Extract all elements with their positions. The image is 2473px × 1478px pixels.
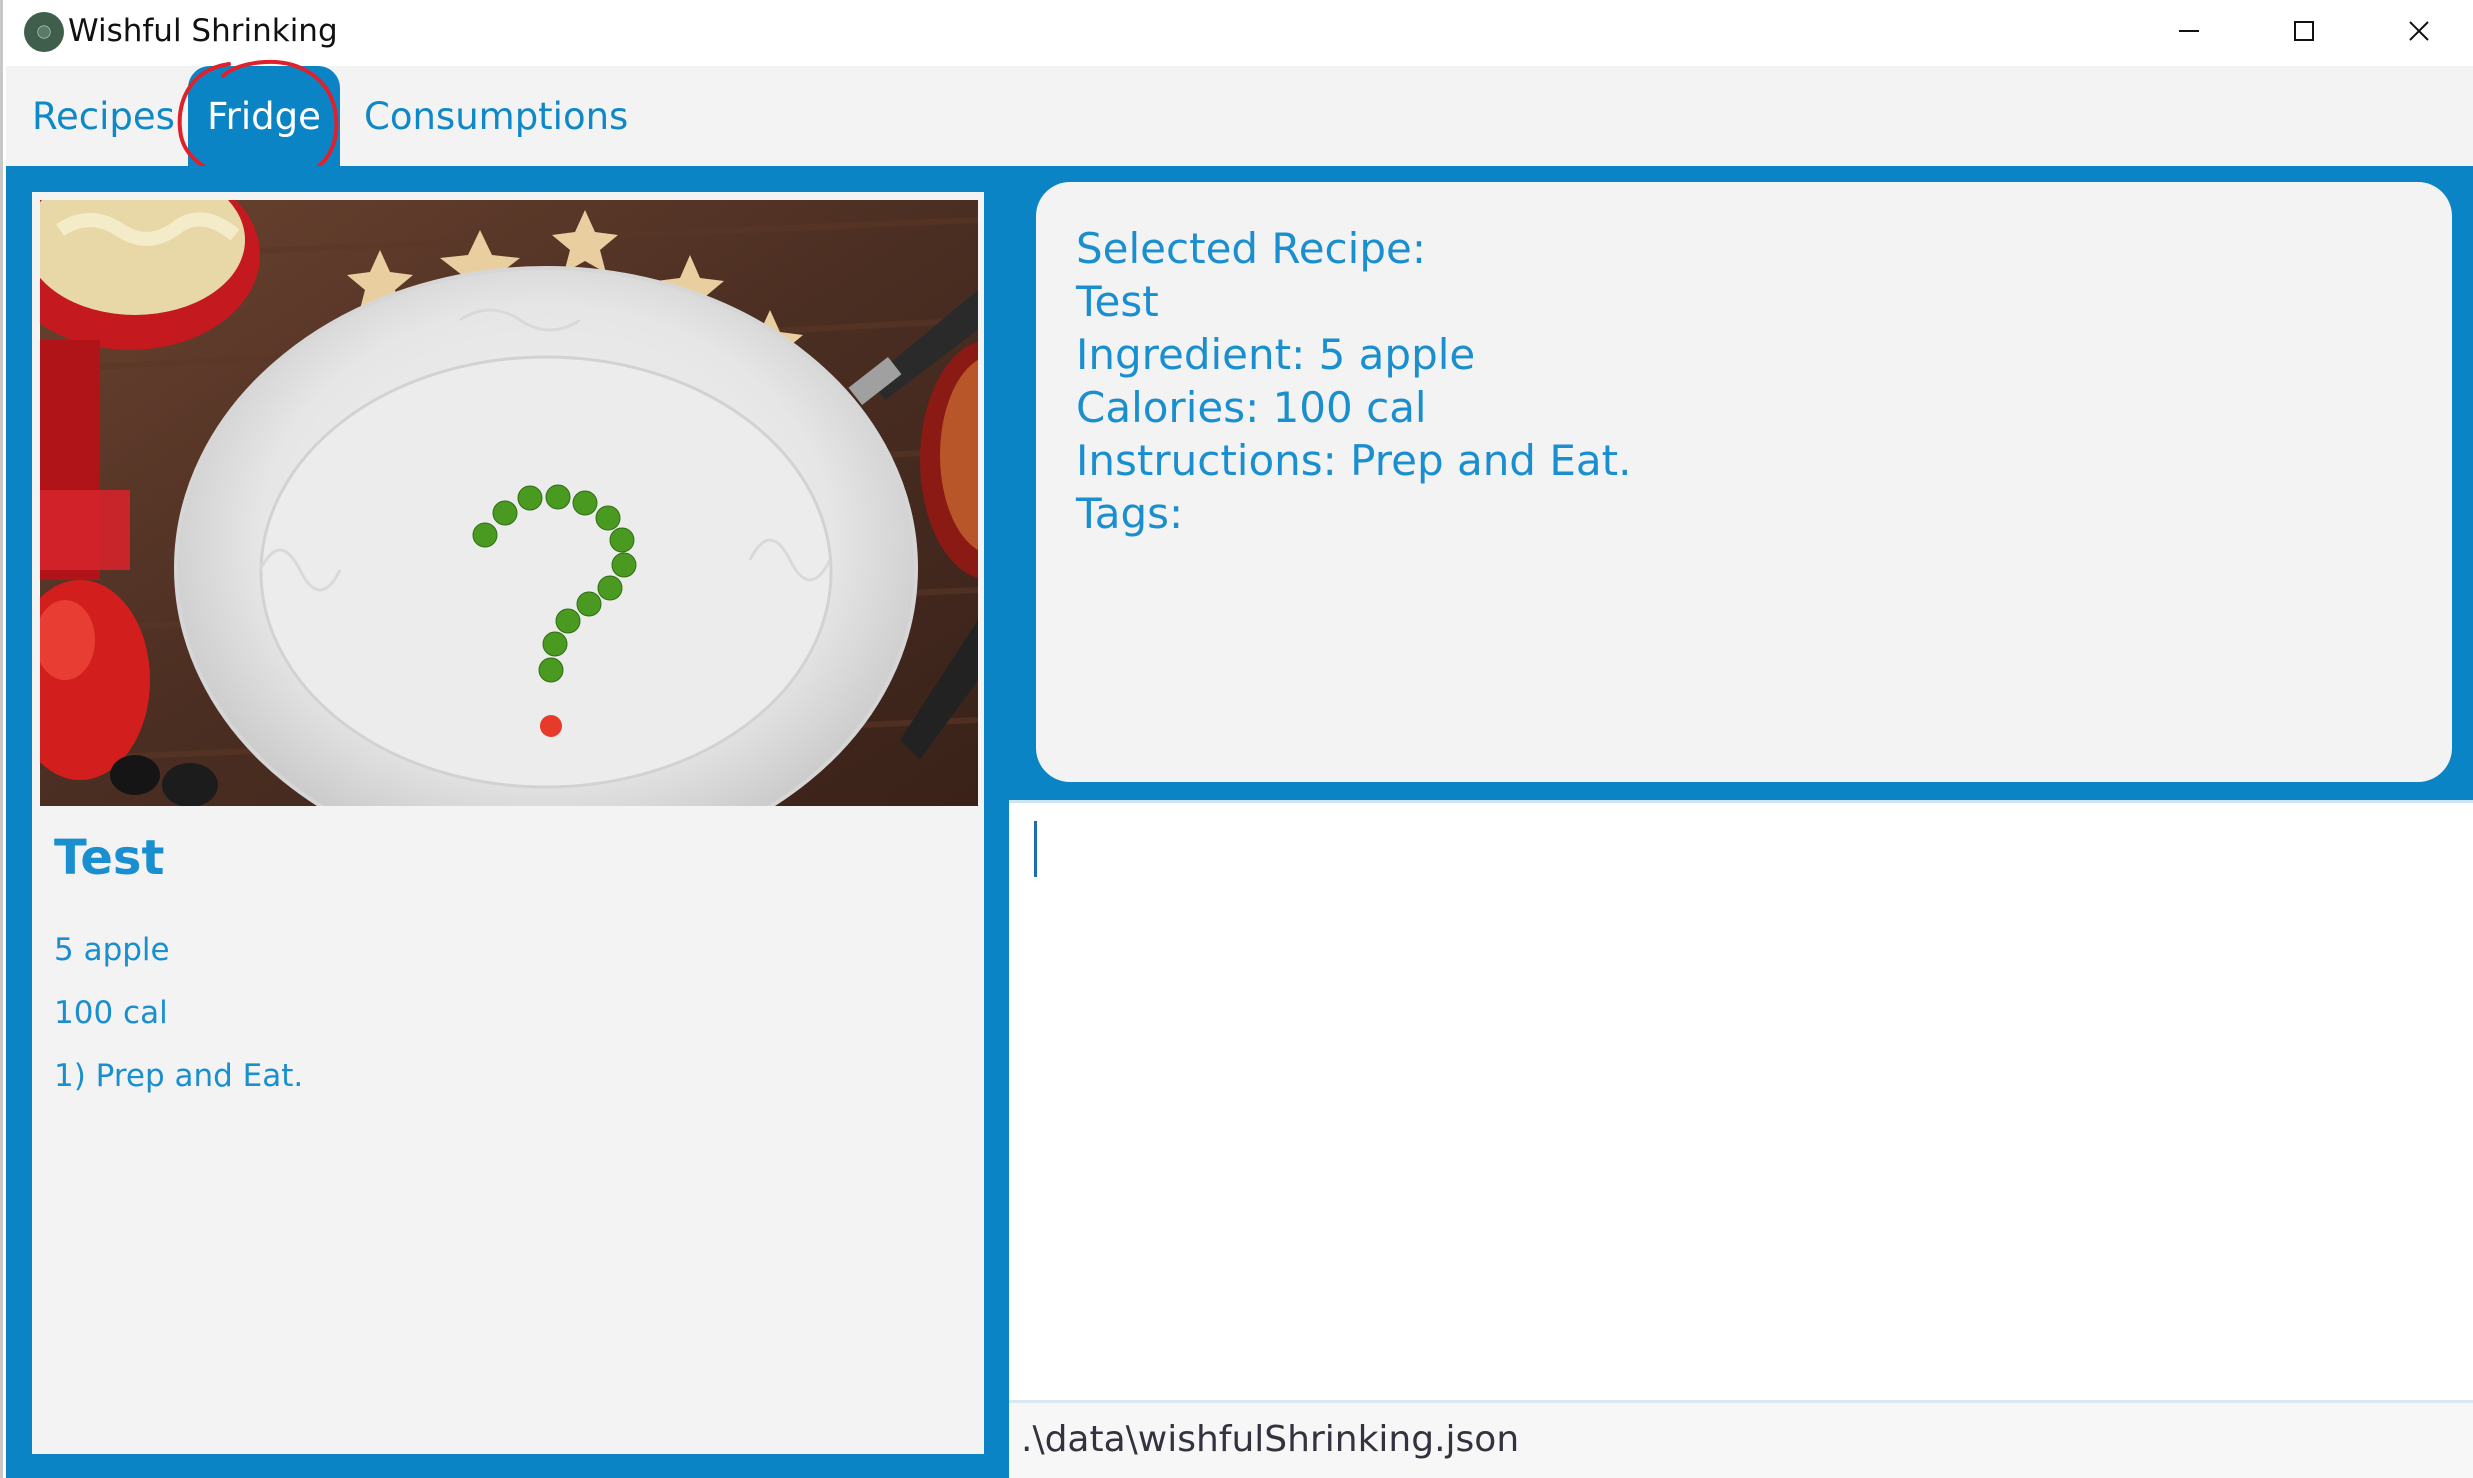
selected-recipe-panel: Selected Recipe: Test Ingredient: 5 appl… [1036, 182, 2452, 782]
recipe-card[interactable]: Test 5 apple 100 cal 1) Prep and Eat. [32, 192, 984, 1454]
maximize-button[interactable] [2246, 0, 2361, 62]
result-display[interactable] [1009, 800, 2473, 1400]
plate-question-mark-photo [40, 200, 978, 806]
close-button[interactable] [2361, 0, 2473, 62]
selected-recipe-heading: Selected Recipe: [1076, 224, 1426, 273]
app-window: Wishful Shrinking Recipes Fridge Consump… [0, 0, 2473, 1478]
tab-consumptions[interactable]: Consumptions [364, 66, 628, 166]
recipe-ingredients: 5 apple [54, 932, 170, 968]
selected-recipe-name: Test [1076, 277, 1159, 326]
title-bar[interactable]: Wishful Shrinking [6, 0, 2473, 66]
tab-bar: Recipes Fridge Consumptions [6, 66, 2473, 166]
selected-recipe-instructions: Instructions: Prep and Eat. [1076, 436, 1632, 485]
app-icon [24, 12, 64, 52]
window-title: Wishful Shrinking [68, 13, 338, 49]
minimize-button[interactable] [2131, 0, 2246, 62]
status-bar: .\data\wishfulShrinking.json [1009, 1400, 2473, 1478]
recipe-image [40, 200, 978, 806]
status-file-path: .\data\wishfulShrinking.json [1021, 1419, 1520, 1460]
selected-recipe-ingredient: Ingredient: 5 apple [1076, 330, 1476, 379]
tab-recipes[interactable]: Recipes [32, 66, 175, 166]
minimize-icon [2178, 30, 2199, 32]
close-icon [2408, 21, 2429, 41]
recipe-name: Test [54, 830, 165, 886]
tab-fridge[interactable]: Fridge [188, 66, 340, 166]
text-caret [1034, 821, 1037, 877]
main-panel: Test 5 apple 100 cal 1) Prep and Eat. Se… [6, 166, 2473, 1478]
maximize-icon [2293, 21, 2314, 41]
recipe-instructions: 1) Prep and Eat. [54, 1058, 304, 1094]
selected-recipe-calories: Calories: 100 cal [1076, 383, 1427, 432]
selected-recipe-tags: Tags: [1076, 489, 1184, 538]
recipe-calories: 100 cal [54, 995, 168, 1031]
